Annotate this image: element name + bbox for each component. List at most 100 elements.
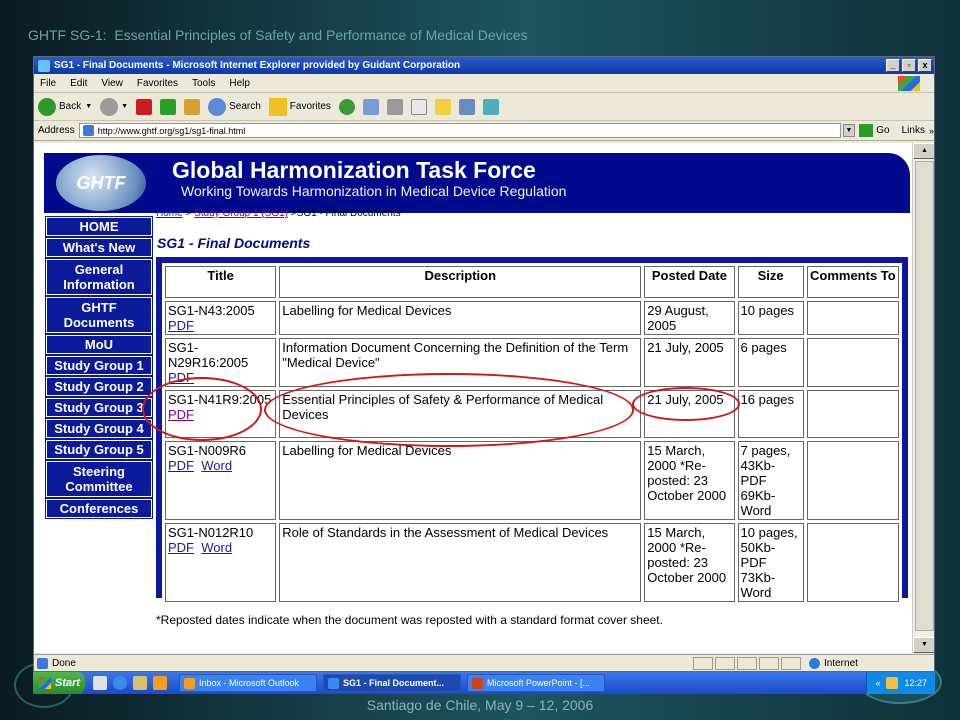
table-row: SG1-N41R9:2005 PDF Essential Principles o… — [165, 390, 899, 438]
address-bar: Address http://www.ghtf.org/sg1/sg1-fina… — [34, 121, 934, 141]
back-arrow-icon — [38, 97, 56, 116]
task-powerpoint[interactable]: Microsoft PowerPoint - [... — [467, 674, 605, 692]
banner-subtitle: Working Towards Harmonization in Medical… — [181, 183, 567, 199]
page-status-icon — [37, 657, 48, 669]
window-titlebar[interactable]: SG1 - Final Documents - Microsoft Intern… — [34, 57, 934, 74]
scroll-thumb[interactable] — [915, 161, 934, 631]
address-url: http://www.ghtf.org/sg1/sg1-final.html — [97, 125, 246, 136]
word-link[interactable]: Word — [201, 540, 232, 555]
pdf-link[interactable]: PDF — [168, 370, 194, 385]
messenger-icon[interactable] — [482, 98, 499, 115]
links-label[interactable]: Links — [902, 125, 925, 136]
vertical-scrollbar[interactable]: ▲ ▼ — [912, 143, 934, 653]
address-input[interactable]: http://www.ghtf.org/sg1/sg1-final.html — [78, 123, 841, 138]
address-dropdown-icon[interactable]: ▼ — [842, 124, 856, 137]
edit-word-icon[interactable] — [410, 98, 427, 115]
status-pane — [781, 656, 801, 670]
breadcrumb-home-link[interactable]: Home — [156, 208, 183, 219]
breadcrumb-study-group-link[interactable]: Study Group 1 (SG1) — [194, 208, 288, 219]
status-text: Done — [52, 657, 76, 669]
nav-general-information[interactable]: General Information — [45, 258, 153, 296]
documents-table: Title Description Posted Date Size Comme… — [162, 263, 902, 605]
mail-icon[interactable] — [362, 98, 379, 115]
menu-edit[interactable]: Edit — [70, 78, 87, 89]
doc-date: 15 March, 2000 *Re-posted: 23 October 20… — [644, 523, 735, 602]
breadcrumb: Home > Study Group 1 (SG1) >SG1 - Final … — [156, 208, 401, 219]
minimize-button[interactable]: _ — [886, 59, 900, 72]
search-button[interactable]: Search — [208, 97, 261, 116]
go-button[interactable]: Go — [859, 124, 890, 137]
print-icon[interactable] — [386, 98, 403, 115]
nav-home[interactable]: HOME — [45, 216, 153, 237]
menu-tools[interactable]: Tools — [192, 78, 215, 89]
close-button[interactable]: x — [918, 59, 932, 72]
ghtf-banner: GHTF Global Harmonization Task Force Wor… — [44, 153, 910, 213]
window-title: SG1 - Final Documents - Microsoft Intern… — [54, 60, 461, 71]
forward-button[interactable]: ▼ — [100, 97, 128, 116]
back-button[interactable]: Back ▼ — [38, 97, 92, 116]
zone-text: Internet — [824, 657, 858, 669]
col-size: Size — [737, 266, 804, 298]
tray-expand-icon[interactable]: « — [875, 678, 880, 688]
doc-title-cell: SG1-N012R10 PDF Word — [165, 523, 277, 602]
nav-study-group-2[interactable]: Study Group 2 — [45, 376, 153, 397]
nav-study-group-4[interactable]: Study Group 4 — [45, 418, 153, 439]
menu-help[interactable]: Help — [229, 78, 250, 89]
nav-steering-committee[interactable]: Steering Committee — [45, 460, 153, 498]
doc-date: 21 July, 2005 — [644, 390, 735, 438]
nav-mou[interactable]: MoU — [45, 334, 153, 355]
nav-ghtf-documents[interactable]: GHTF Documents — [45, 296, 153, 334]
nav-whats-new[interactable]: What's New — [45, 237, 153, 258]
task-ie[interactable]: SG1 - Final Document... — [323, 674, 461, 692]
back-dropdown-icon[interactable]: ▼ — [85, 103, 92, 110]
status-bar: Done Internet — [34, 654, 934, 671]
forward-dropdown-icon[interactable]: ▼ — [121, 103, 128, 110]
page-icon — [82, 125, 94, 136]
pdf-link[interactable]: PDF — [168, 458, 194, 473]
menu-favorites[interactable]: Favorites — [137, 78, 178, 89]
doc-title-cell: SG1-N41R9:2005 PDF — [165, 390, 277, 438]
start-button[interactable]: Start — [33, 672, 85, 694]
maximize-button[interactable]: ▫ — [902, 59, 916, 72]
tray-app-icon[interactable] — [886, 677, 899, 689]
stop-icon[interactable] — [136, 98, 153, 115]
powerpoint-icon — [472, 677, 483, 689]
home-icon[interactable] — [184, 98, 201, 115]
scroll-up-icon[interactable]: ▲ — [913, 143, 934, 159]
favorites-button[interactable]: Favorites — [268, 97, 331, 116]
nav-study-group-5[interactable]: Study Group 5 — [45, 439, 153, 460]
outlook-quicklaunch-icon[interactable] — [133, 676, 147, 690]
doc-title-cell: SG1-N009R6 PDF Word — [165, 441, 277, 520]
task-label: SG1 - Final Document... — [343, 678, 445, 688]
doc-date: 21 July, 2005 — [644, 338, 735, 387]
app-quicklaunch-icon[interactable] — [153, 676, 167, 690]
doc-title: SG1-N43:2005 — [168, 303, 255, 318]
pdf-link[interactable]: PDF — [168, 540, 194, 555]
pdf-link[interactable]: PDF — [168, 407, 194, 422]
refresh-icon[interactable] — [160, 98, 177, 115]
pdf-link[interactable]: PDF — [168, 318, 194, 333]
research-icon[interactable] — [458, 98, 475, 115]
ie-quicklaunch-icon[interactable] — [113, 676, 127, 690]
col-description: Description — [279, 266, 642, 298]
breadcrumb-current: >SG1 - Final Documents — [288, 208, 401, 219]
menu-file[interactable]: File — [40, 78, 56, 89]
nav-study-group-1[interactable]: Study Group 1 — [45, 355, 153, 376]
scroll-down-icon[interactable]: ▼ — [913, 637, 934, 653]
nav-conferences[interactable]: Conferences — [45, 498, 153, 519]
task-outlook[interactable]: Inbox - Microsoft Outlook — [179, 674, 317, 692]
desktop-icon[interactable] — [93, 676, 107, 690]
word-link[interactable]: Word — [201, 458, 232, 473]
doc-comments — [806, 441, 899, 520]
links-chevron-icon[interactable]: » — [929, 126, 934, 136]
folder-icon[interactable] — [434, 98, 451, 115]
nav-study-group-3[interactable]: Study Group 3 — [45, 397, 153, 418]
search-icon — [208, 97, 227, 116]
taskbar: Start Inbox - Microsoft Outlook SG1 - Fi… — [33, 672, 935, 694]
menu-view[interactable]: View — [101, 78, 123, 89]
search-label: Search — [229, 101, 261, 112]
task-label: Microsoft PowerPoint - [... — [487, 678, 591, 688]
history-icon[interactable] — [338, 98, 355, 115]
start-label: Start — [55, 677, 81, 689]
task-label: Inbox - Microsoft Outlook — [199, 678, 300, 688]
